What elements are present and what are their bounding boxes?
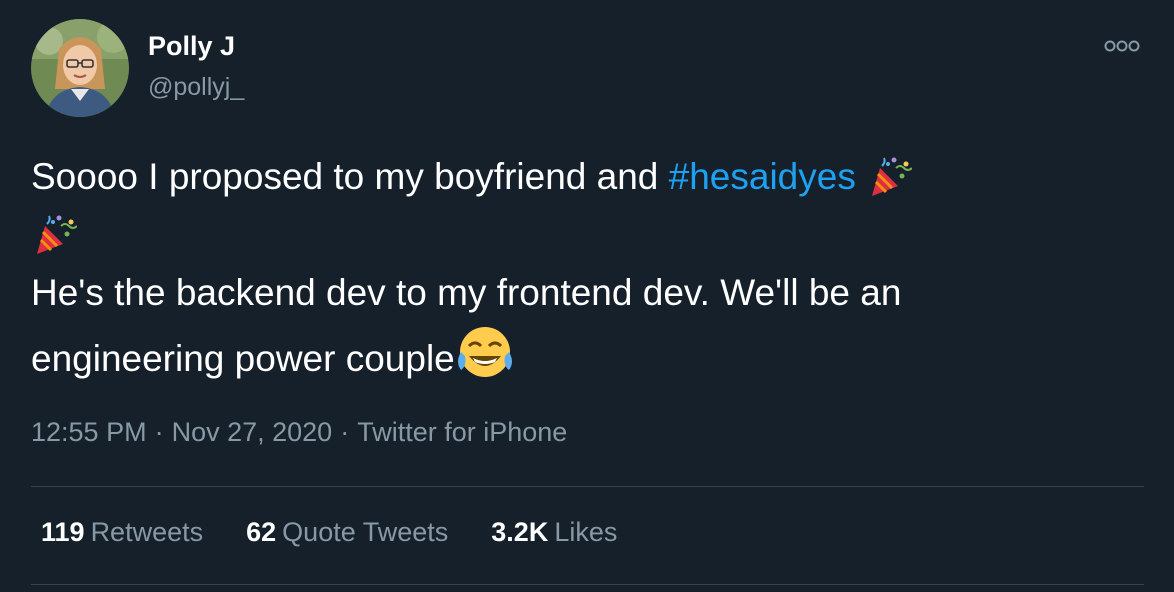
divider [31, 486, 1144, 487]
more-options-icon[interactable] [1100, 34, 1144, 58]
likes-stat[interactable]: 3.2K Likes [491, 517, 617, 548]
likes-count: 3.2K [491, 517, 549, 547]
tweet-stats: 119 Retweets 62 Quote Tweets 3.2K Likes [41, 517, 660, 548]
tweet-text: Soooo I proposed to my boyfriend and #he… [31, 148, 1131, 388]
tweet-line-3: engineering power couple [31, 322, 1131, 388]
likes-label: Likes [554, 517, 618, 547]
hashtag-link[interactable]: #hesaidyes [669, 156, 856, 197]
author-display-name[interactable]: Polly J [148, 31, 235, 62]
quote-tweets-count: 62 [246, 517, 277, 547]
meta-separator: · [154, 417, 164, 447]
avatar[interactable] [31, 19, 129, 117]
meta-separator: · [340, 417, 350, 447]
retweets-stat[interactable]: 119 Retweets [41, 517, 203, 548]
party-popper-icon [866, 154, 913, 200]
tweet-line-emoji [31, 206, 1131, 264]
retweets-count: 119 [41, 517, 85, 547]
tears-of-joy-icon [455, 322, 515, 382]
tweet-line-3-text: engineering power couple [31, 338, 455, 379]
author-handle[interactable]: @pollyj_ [148, 73, 244, 102]
tweet-text-part: Soooo I proposed to my boyfriend and [31, 156, 669, 197]
party-popper-icon [31, 212, 77, 258]
quote-tweets-stat[interactable]: 62 Quote Tweets [246, 517, 448, 548]
tweet-date[interactable]: Nov 27, 2020 [172, 417, 333, 447]
retweets-label: Retweets [90, 517, 204, 547]
tweet-metadata: 12:55 PM · Nov 27, 2020 · Twitter for iPhone [31, 417, 567, 448]
tweet-source[interactable]: Twitter for iPhone [357, 417, 567, 447]
quote-tweets-label: Quote Tweets [282, 517, 449, 547]
avatar-image [31, 19, 129, 117]
divider [31, 584, 1144, 585]
tweet-line-2: He's the backend dev to my frontend dev.… [31, 272, 902, 313]
tweet-line-1: Soooo I proposed to my boyfriend and #he… [31, 148, 1131, 206]
tweet-time[interactable]: 12:55 PM [31, 417, 147, 447]
